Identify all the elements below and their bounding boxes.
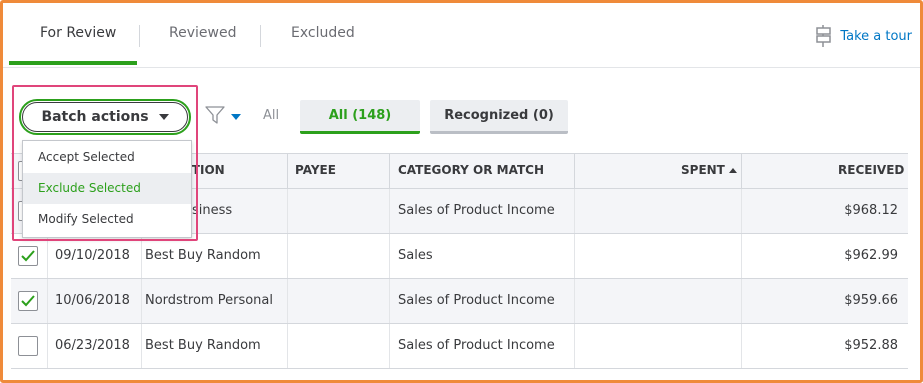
table-row[interactable]: 09/10/2018 Best Buy Random Sales $962.99 bbox=[11, 234, 908, 279]
tab-excluded[interactable]: Excluded bbox=[291, 25, 355, 41]
column-divider bbox=[741, 324, 742, 368]
recognized-transactions-tab[interactable]: Recognized (0) bbox=[430, 100, 568, 134]
cell-category: Sales bbox=[398, 248, 433, 263]
column-divider bbox=[141, 234, 142, 278]
checkmark-icon bbox=[21, 250, 35, 262]
column-divider bbox=[47, 279, 48, 323]
tab-divider bbox=[139, 25, 140, 47]
column-divider bbox=[287, 324, 288, 368]
active-tab-indicator bbox=[9, 61, 137, 65]
cell-category: Sales of Product Income bbox=[398, 338, 555, 353]
column-divider bbox=[741, 189, 742, 233]
column-divider bbox=[389, 154, 390, 188]
column-divider bbox=[574, 279, 575, 323]
column-divider bbox=[389, 189, 390, 233]
column-divider bbox=[574, 154, 575, 188]
column-divider bbox=[574, 324, 575, 368]
column-divider bbox=[47, 234, 48, 278]
tab-reviewed[interactable]: Reviewed bbox=[169, 25, 236, 41]
batch-actions-menu: Accept Selected Exclude Selected Modify Se… bbox=[22, 140, 192, 238]
row-checkbox[interactable] bbox=[18, 291, 38, 311]
column-divider bbox=[574, 234, 575, 278]
column-divider bbox=[741, 279, 742, 323]
cell-date: 06/23/2018 bbox=[55, 338, 130, 353]
menu-item-exclude-selected[interactable]: Exclude Selected bbox=[23, 173, 191, 204]
column-divider bbox=[47, 324, 48, 368]
all-transactions-tab[interactable]: All (148) bbox=[300, 100, 420, 134]
app-frame: For Review Reviewed Excluded Take a tour… bbox=[0, 0, 923, 383]
menu-item-accept-selected[interactable]: Accept Selected bbox=[23, 142, 191, 173]
cell-received: $952.88 bbox=[844, 338, 898, 353]
table-row[interactable]: 10/06/2018 Nordstrom Personal Sales of Pro… bbox=[11, 279, 908, 324]
chevron-down-icon bbox=[231, 114, 241, 120]
cell-received: $959.66 bbox=[844, 293, 898, 308]
column-divider bbox=[287, 234, 288, 278]
funnel-icon bbox=[205, 105, 225, 129]
column-divider bbox=[389, 234, 390, 278]
signpost-icon bbox=[814, 25, 834, 47]
column-divider bbox=[141, 279, 142, 323]
take-a-tour-label: Take a tour bbox=[840, 28, 912, 44]
checkmark-icon bbox=[21, 295, 35, 307]
column-divider bbox=[741, 154, 742, 188]
filter-button[interactable] bbox=[205, 105, 241, 129]
caret-down-icon bbox=[158, 114, 169, 120]
cell-date: 10/06/2018 bbox=[55, 293, 130, 308]
column-divider bbox=[389, 324, 390, 368]
cell-description: Nordstrom Personal bbox=[145, 293, 273, 308]
column-divider bbox=[141, 324, 142, 368]
take-a-tour-link[interactable]: Take a tour bbox=[814, 25, 912, 47]
column-divider bbox=[741, 234, 742, 278]
header-category[interactable]: CATEGORY OR MATCH bbox=[398, 163, 544, 177]
header-received[interactable]: RECEIVED bbox=[838, 163, 904, 177]
column-divider bbox=[287, 189, 288, 233]
column-divider bbox=[574, 189, 575, 233]
all-transactions-label: All (148) bbox=[328, 108, 392, 123]
tab-divider bbox=[260, 25, 261, 47]
row-checkbox[interactable] bbox=[18, 336, 38, 356]
batch-actions-button[interactable]: Batch actions bbox=[19, 99, 191, 135]
cell-category: Sales of Product Income bbox=[398, 293, 555, 308]
column-divider bbox=[389, 279, 390, 323]
cell-description: Best Buy Random bbox=[145, 338, 261, 353]
menu-item-modify-selected[interactable]: Modify Selected bbox=[23, 204, 191, 235]
all-filter-label[interactable]: All bbox=[263, 108, 279, 123]
table-row[interactable]: 06/23/2018 Best Buy Random Sales of Produc… bbox=[11, 324, 908, 369]
cell-date: 09/10/2018 bbox=[55, 248, 130, 263]
sort-ascending-icon bbox=[728, 168, 737, 173]
column-divider bbox=[287, 154, 288, 188]
column-divider bbox=[287, 279, 288, 323]
tab-bar: For Review Reviewed Excluded Take a tour bbox=[3, 3, 920, 68]
cell-received: $962.99 bbox=[844, 248, 898, 263]
header-spent[interactable]: SPENT bbox=[681, 163, 737, 177]
row-checkbox[interactable] bbox=[18, 246, 38, 266]
recognized-transactions-label: Recognized (0) bbox=[444, 108, 554, 123]
tab-for-review[interactable]: For Review bbox=[40, 25, 116, 41]
header-payee[interactable]: PAYEE bbox=[295, 163, 336, 177]
batch-actions-label: Batch actions bbox=[41, 109, 149, 125]
cell-category: Sales of Product Income bbox=[398, 203, 555, 218]
cell-description: Best Buy Random bbox=[145, 248, 261, 263]
header-spent-label: SPENT bbox=[681, 163, 725, 177]
cell-received: $968.12 bbox=[844, 203, 898, 218]
